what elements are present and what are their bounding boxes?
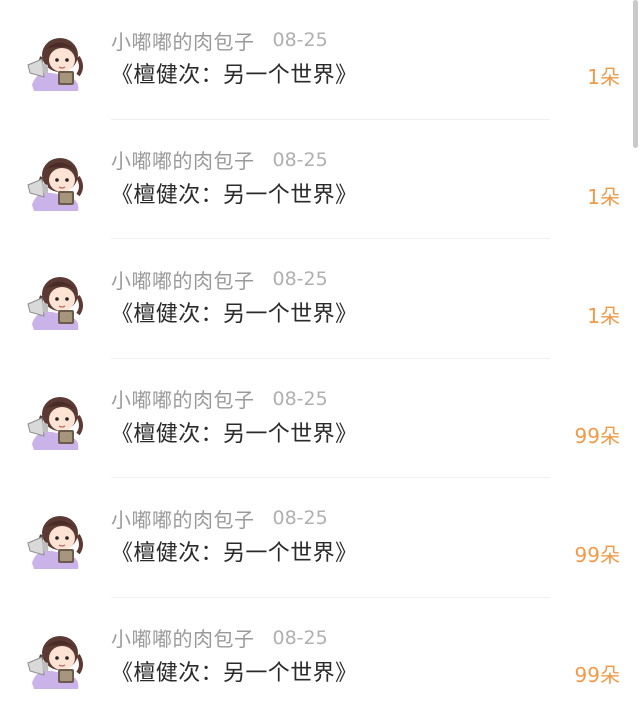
list-item[interactable]: 小嘟嘟的肉包子 08-25 《檀健次：另一个世界》 1朵: [0, 120, 628, 240]
message-text: 《檀健次：另一个世界》: [111, 535, 357, 567]
user-line: 小嘟嘟的肉包子 08-25: [111, 384, 328, 414]
cartoon-girl-avatar-icon[interactable]: [22, 27, 90, 95]
cartoon-girl-avatar-icon[interactable]: [22, 505, 90, 573]
cartoon-girl-avatar-icon[interactable]: [22, 625, 90, 693]
timestamp: 08-25: [273, 149, 328, 171]
timestamp: 08-25: [273, 507, 328, 529]
user-line: 小嘟嘟的肉包子 08-25: [111, 264, 328, 294]
user-line: 小嘟嘟的肉包子 08-25: [111, 25, 328, 55]
list-item[interactable]: 小嘟嘟的肉包子 08-25 《檀健次：另一个世界》 1朵: [0, 0, 628, 120]
message-text: 《檀健次：另一个世界》: [111, 296, 357, 328]
username[interactable]: 小嘟嘟的肉包子: [111, 145, 255, 174]
user-line: 小嘟嘟的肉包子 08-25: [111, 623, 328, 653]
flower-count: 99朵: [575, 539, 620, 568]
timestamp: 08-25: [273, 268, 328, 290]
message-text: 《檀健次：另一个世界》: [111, 57, 357, 89]
flower-count: 1朵: [587, 181, 620, 210]
timestamp: 08-25: [273, 627, 328, 649]
timestamp: 08-25: [273, 29, 328, 51]
list-item[interactable]: 小嘟嘟的肉包子 08-25 《檀健次：另一个世界》 99朵: [0, 478, 628, 598]
cartoon-girl-avatar-icon[interactable]: [22, 386, 90, 454]
username[interactable]: 小嘟嘟的肉包子: [111, 384, 255, 413]
username[interactable]: 小嘟嘟的肉包子: [111, 26, 255, 55]
timestamp: 08-25: [273, 388, 328, 410]
username[interactable]: 小嘟嘟的肉包子: [111, 623, 255, 652]
message-text: 《檀健次：另一个世界》: [111, 177, 357, 209]
cartoon-girl-avatar-icon[interactable]: [22, 147, 90, 215]
message-text: 《檀健次：另一个世界》: [111, 416, 357, 448]
user-line: 小嘟嘟的肉包子 08-25: [111, 145, 328, 175]
list-item[interactable]: 小嘟嘟的肉包子 08-25 《檀健次：另一个世界》 99朵: [0, 598, 628, 717]
flower-count: 99朵: [575, 659, 620, 688]
username[interactable]: 小嘟嘟的肉包子: [111, 265, 255, 294]
username[interactable]: 小嘟嘟的肉包子: [111, 504, 255, 533]
flower-count: 99朵: [575, 420, 620, 449]
list-item[interactable]: 小嘟嘟的肉包子 08-25 《檀健次：另一个世界》 99朵: [0, 359, 628, 479]
flower-count: 1朵: [587, 61, 620, 90]
flower-count: 1朵: [587, 300, 620, 329]
gift-record-list: 小嘟嘟的肉包子 08-25 《檀健次：另一个世界》 1朵: [0, 0, 628, 717]
scrollbar[interactable]: [633, 0, 638, 148]
message-text: 《檀健次：另一个世界》: [111, 655, 357, 687]
list-item[interactable]: 小嘟嘟的肉包子 08-25 《檀健次：另一个世界》 1朵: [0, 239, 628, 359]
cartoon-girl-avatar-icon[interactable]: [22, 266, 90, 334]
user-line: 小嘟嘟的肉包子 08-25: [111, 503, 328, 533]
